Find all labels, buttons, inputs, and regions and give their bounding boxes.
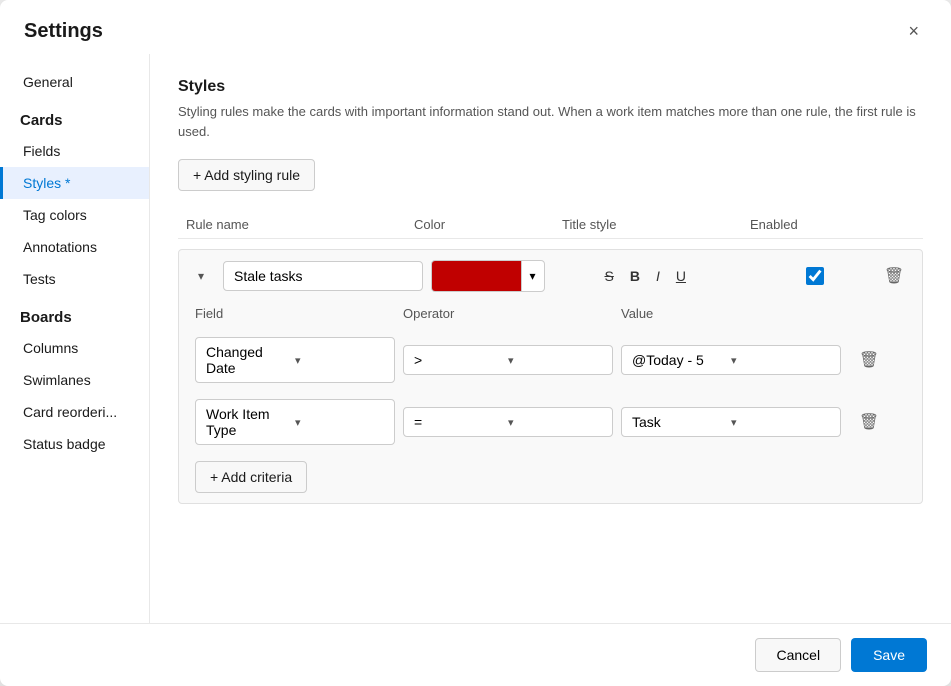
sidebar-item-annotations[interactable]: Annotations xyxy=(0,231,149,263)
col-rule-name: Rule name xyxy=(186,217,406,232)
criteria-row-1: Changed Date ▾ > ▾ @Today - 5 ▾ 🗑 xyxy=(187,333,914,387)
underline-button[interactable]: U xyxy=(670,264,692,288)
sidebar: General Cards Fields Styles * Tag colors… xyxy=(0,54,150,623)
settings-dialog: Settings × General Cards Fields Styles *… xyxy=(0,0,951,686)
enabled-checkbox[interactable] xyxy=(806,267,824,285)
operator-select-1[interactable]: > ▾ xyxy=(403,345,613,375)
italic-button[interactable]: I xyxy=(650,264,666,288)
operator-select-2[interactable]: = ▾ xyxy=(403,407,613,437)
sidebar-item-card-reorder[interactable]: Card reorderi... xyxy=(0,396,149,428)
value-select-2-arrow: ▾ xyxy=(731,416,830,429)
rule-row: ▾ ▾ S B I U 🗑 xyxy=(178,249,923,504)
close-button[interactable]: × xyxy=(900,18,927,44)
col-color: Color xyxy=(414,217,554,232)
col-actions xyxy=(838,217,878,232)
sidebar-item-general[interactable]: General xyxy=(0,66,149,98)
field-select-1-arrow: ▾ xyxy=(295,354,384,367)
section-description: Styling rules make the cards with import… xyxy=(178,102,923,141)
criteria-col-del xyxy=(849,306,889,321)
operator-select-1-arrow: ▾ xyxy=(508,354,602,367)
criteria-row-2: Work Item Type ▾ = ▾ Task ▾ 🗑 xyxy=(187,395,914,449)
field-select-1-value: Changed Date xyxy=(206,344,295,376)
sidebar-item-styles[interactable]: Styles * xyxy=(0,167,149,199)
value-select-1-value: @Today - 5 xyxy=(632,352,731,368)
section-title: Styles xyxy=(178,78,923,96)
color-swatch[interactable] xyxy=(431,260,521,292)
title-style-controls: S B I U xyxy=(599,264,799,288)
rule-name-input[interactable] xyxy=(223,261,423,291)
criteria-col-value: Value xyxy=(621,306,841,321)
criteria-col-field: Field xyxy=(195,306,395,321)
dialog-header: Settings × xyxy=(0,0,951,54)
criteria-col-operator: Operator xyxy=(403,306,613,321)
dialog-body: General Cards Fields Styles * Tag colors… xyxy=(0,54,951,623)
col-enabled: Enabled xyxy=(750,217,830,232)
sidebar-item-tag-colors[interactable]: Tag colors xyxy=(0,199,149,231)
value-select-2-value: Task xyxy=(632,414,731,430)
save-button[interactable]: Save xyxy=(851,638,927,672)
color-dropdown-button[interactable]: ▾ xyxy=(521,260,545,292)
sidebar-item-status-badge[interactable]: Status badge xyxy=(0,428,149,460)
dialog-title: Settings xyxy=(24,20,103,43)
dialog-footer: Cancel Save xyxy=(0,623,951,686)
delete-rule-button[interactable]: 🗑 xyxy=(874,262,914,290)
table-header: Rule name Color Title style Enabled xyxy=(178,211,923,239)
field-select-2-arrow: ▾ xyxy=(295,416,384,429)
chevron-collapse-button[interactable]: ▾ xyxy=(187,265,215,287)
operator-select-1-value: > xyxy=(414,352,508,368)
cancel-button[interactable]: Cancel xyxy=(755,638,841,672)
add-styling-rule-button[interactable]: + Add styling rule xyxy=(178,159,315,191)
sidebar-item-swimlanes[interactable]: Swimlanes xyxy=(0,364,149,396)
sidebar-item-fields[interactable]: Fields xyxy=(0,135,149,167)
rule-row-top: ▾ ▾ S B I U 🗑 xyxy=(187,260,914,292)
field-select-2[interactable]: Work Item Type ▾ xyxy=(195,399,395,445)
sidebar-section-cards: Cards xyxy=(0,98,149,135)
value-select-2[interactable]: Task ▾ xyxy=(621,407,841,437)
col-title-style: Title style xyxy=(562,217,742,232)
field-select-2-value: Work Item Type xyxy=(206,406,295,438)
bold-button[interactable]: B xyxy=(624,264,646,288)
criteria-headers: Field Operator Value xyxy=(187,302,914,325)
strikethrough-button[interactable]: S xyxy=(599,264,620,288)
operator-select-2-arrow: ▾ xyxy=(508,416,602,429)
field-select-1[interactable]: Changed Date ▾ xyxy=(195,337,395,383)
delete-criteria-2-button[interactable]: 🗑 xyxy=(849,408,889,436)
sidebar-section-boards: Boards xyxy=(0,295,149,332)
value-select-1-arrow: ▾ xyxy=(731,354,830,367)
main-content: Styles Styling rules make the cards with… xyxy=(150,54,951,623)
color-picker: ▾ xyxy=(431,260,591,292)
sidebar-item-tests[interactable]: Tests xyxy=(0,263,149,295)
sidebar-item-columns[interactable]: Columns xyxy=(0,332,149,364)
add-criteria-button[interactable]: + Add criteria xyxy=(195,461,307,493)
delete-criteria-1-button[interactable]: 🗑 xyxy=(849,346,889,374)
value-select-1[interactable]: @Today - 5 ▾ xyxy=(621,345,841,375)
operator-select-2-value: = xyxy=(414,414,508,430)
